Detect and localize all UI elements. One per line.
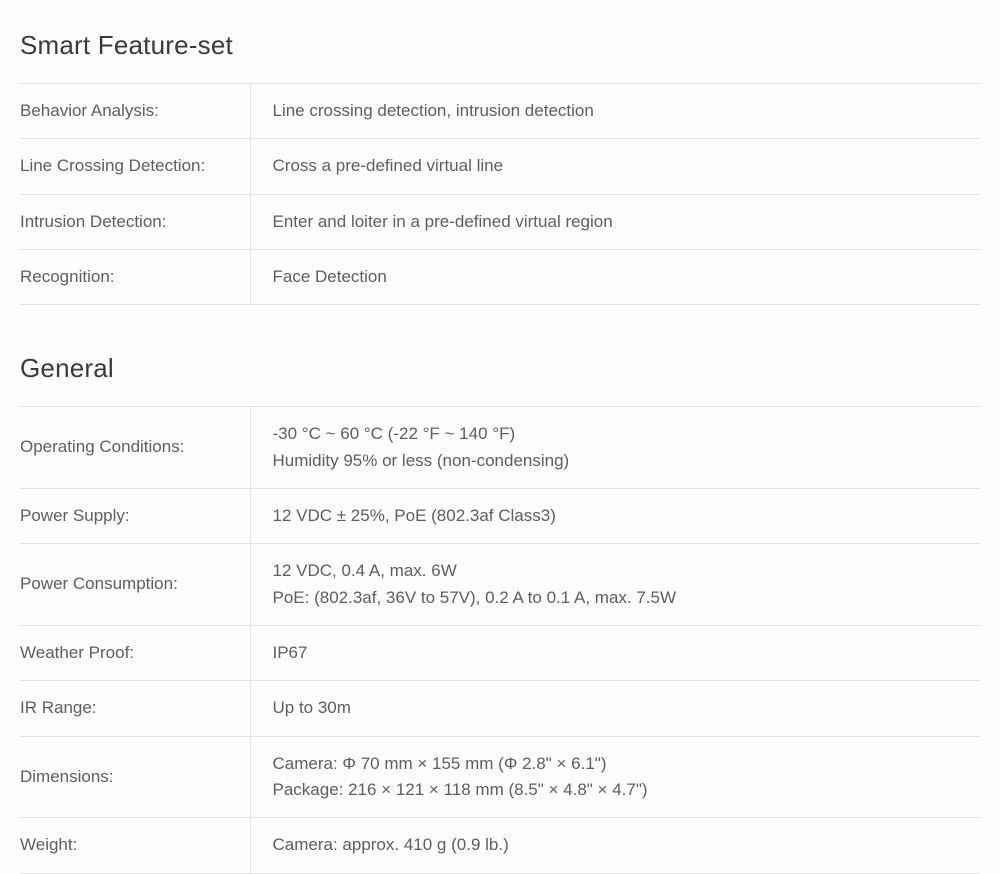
spec-label: Weight: xyxy=(20,818,250,873)
spec-value: 12 VDC ± 25%, PoE (802.3af Class3) xyxy=(250,489,980,544)
spec-label: Weather Proof: xyxy=(20,626,250,681)
spec-label: Power Supply: xyxy=(20,489,250,544)
spec-label: Recognition: xyxy=(20,250,250,305)
table-row: Weight: Camera: approx. 410 g (0.9 lb.) xyxy=(20,818,980,873)
spec-value: Line crossing detection, intrusion detec… xyxy=(250,84,980,139)
spec-label: Dimensions: xyxy=(20,736,250,818)
table-row: Power Supply: 12 VDC ± 25%, PoE (802.3af… xyxy=(20,489,980,544)
spec-table-smart-feature-set: Behavior Analysis: Line crossing detecti… xyxy=(20,83,980,305)
section-title-smart-feature-set: Smart Feature-set xyxy=(20,30,980,61)
spec-table-general: Operating Conditions: -30 °C ~ 60 °C (-2… xyxy=(20,406,980,873)
table-row: Behavior Analysis: Line crossing detecti… xyxy=(20,84,980,139)
spec-value: -30 °C ~ 60 °C (-22 °F ~ 140 °F)Humidity… xyxy=(250,407,980,489)
table-row: Line Crossing Detection: Cross a pre-def… xyxy=(20,139,980,194)
spec-label: Intrusion Detection: xyxy=(20,194,250,249)
spec-label: Line Crossing Detection: xyxy=(20,139,250,194)
spec-value: 12 VDC, 0.4 A, max. 6WPoE: (802.3af, 36V… xyxy=(250,544,980,626)
table-row: IR Range: Up to 30m xyxy=(20,681,980,736)
spec-value: Enter and loiter in a pre-defined virtua… xyxy=(250,194,980,249)
table-row: Weather Proof: IP67 xyxy=(20,626,980,681)
spec-label: Behavior Analysis: xyxy=(20,84,250,139)
table-row: Recognition: Face Detection xyxy=(20,250,980,305)
spec-value: IP67 xyxy=(250,626,980,681)
spec-value: Camera: Φ 70 mm × 155 mm (Φ 2.8" × 6.1")… xyxy=(250,736,980,818)
spec-value: Up to 30m xyxy=(250,681,980,736)
spec-value: Face Detection xyxy=(250,250,980,305)
table-row: Intrusion Detection: Enter and loiter in… xyxy=(20,194,980,249)
spec-value: Cross a pre-defined virtual line xyxy=(250,139,980,194)
table-row: Power Consumption: 12 VDC, 0.4 A, max. 6… xyxy=(20,544,980,626)
table-row: Operating Conditions: -30 °C ~ 60 °C (-2… xyxy=(20,407,980,489)
spec-value: Camera: approx. 410 g (0.9 lb.) xyxy=(250,818,980,873)
spec-label: IR Range: xyxy=(20,681,250,736)
spec-label: Power Consumption: xyxy=(20,544,250,626)
section-title-general: General xyxy=(20,353,980,384)
table-row: Dimensions: Camera: Φ 70 mm × 155 mm (Φ … xyxy=(20,736,980,818)
spec-label: Operating Conditions: xyxy=(20,407,250,489)
spec-container: Smart Feature-set Behavior Analysis: Lin… xyxy=(0,0,1000,874)
